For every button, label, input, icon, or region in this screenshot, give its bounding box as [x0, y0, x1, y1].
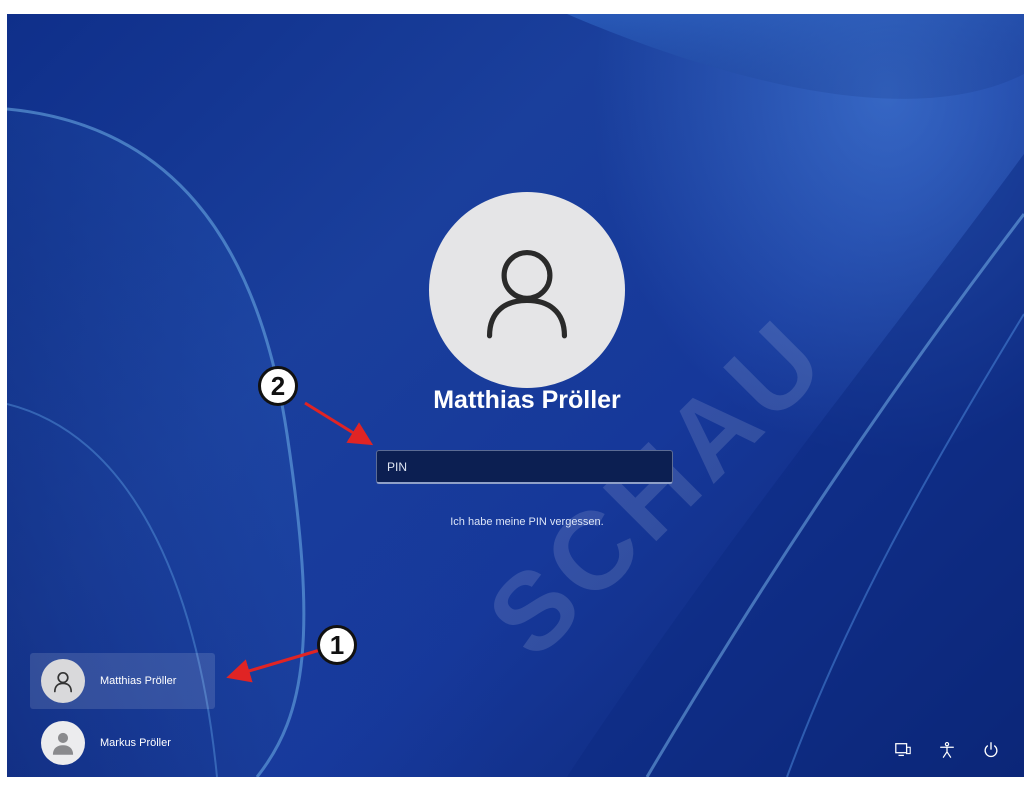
power-icon[interactable] [981, 740, 1001, 760]
current-user-name: Matthias Pröller [433, 386, 621, 414]
person-outline-icon [486, 249, 568, 339]
lock-screen: SCHAU Matthias Pröller Ich habe meine PI… [7, 14, 1024, 777]
accessibility-icon[interactable] [937, 740, 957, 760]
user-avatar [41, 721, 85, 765]
user-item-label: Matthias Pröller [100, 675, 177, 687]
person-outline-icon [54, 672, 72, 693]
network-icon[interactable] [893, 740, 913, 760]
user-item-matthias[interactable]: Matthias Pröller [30, 653, 215, 709]
user-item-markus[interactable]: Markus Pröller [30, 715, 215, 771]
current-user-avatar [429, 192, 625, 388]
person-filled-icon [52, 732, 74, 755]
annotation-badge-2: 2 [258, 366, 298, 406]
pin-input[interactable] [376, 450, 673, 484]
user-avatar [41, 659, 85, 703]
user-item-label: Markus Pröller [100, 737, 171, 749]
forgot-pin-link[interactable]: Ich habe meine PIN vergessen. [327, 516, 727, 528]
annotation-badge-1: 1 [317, 625, 357, 665]
